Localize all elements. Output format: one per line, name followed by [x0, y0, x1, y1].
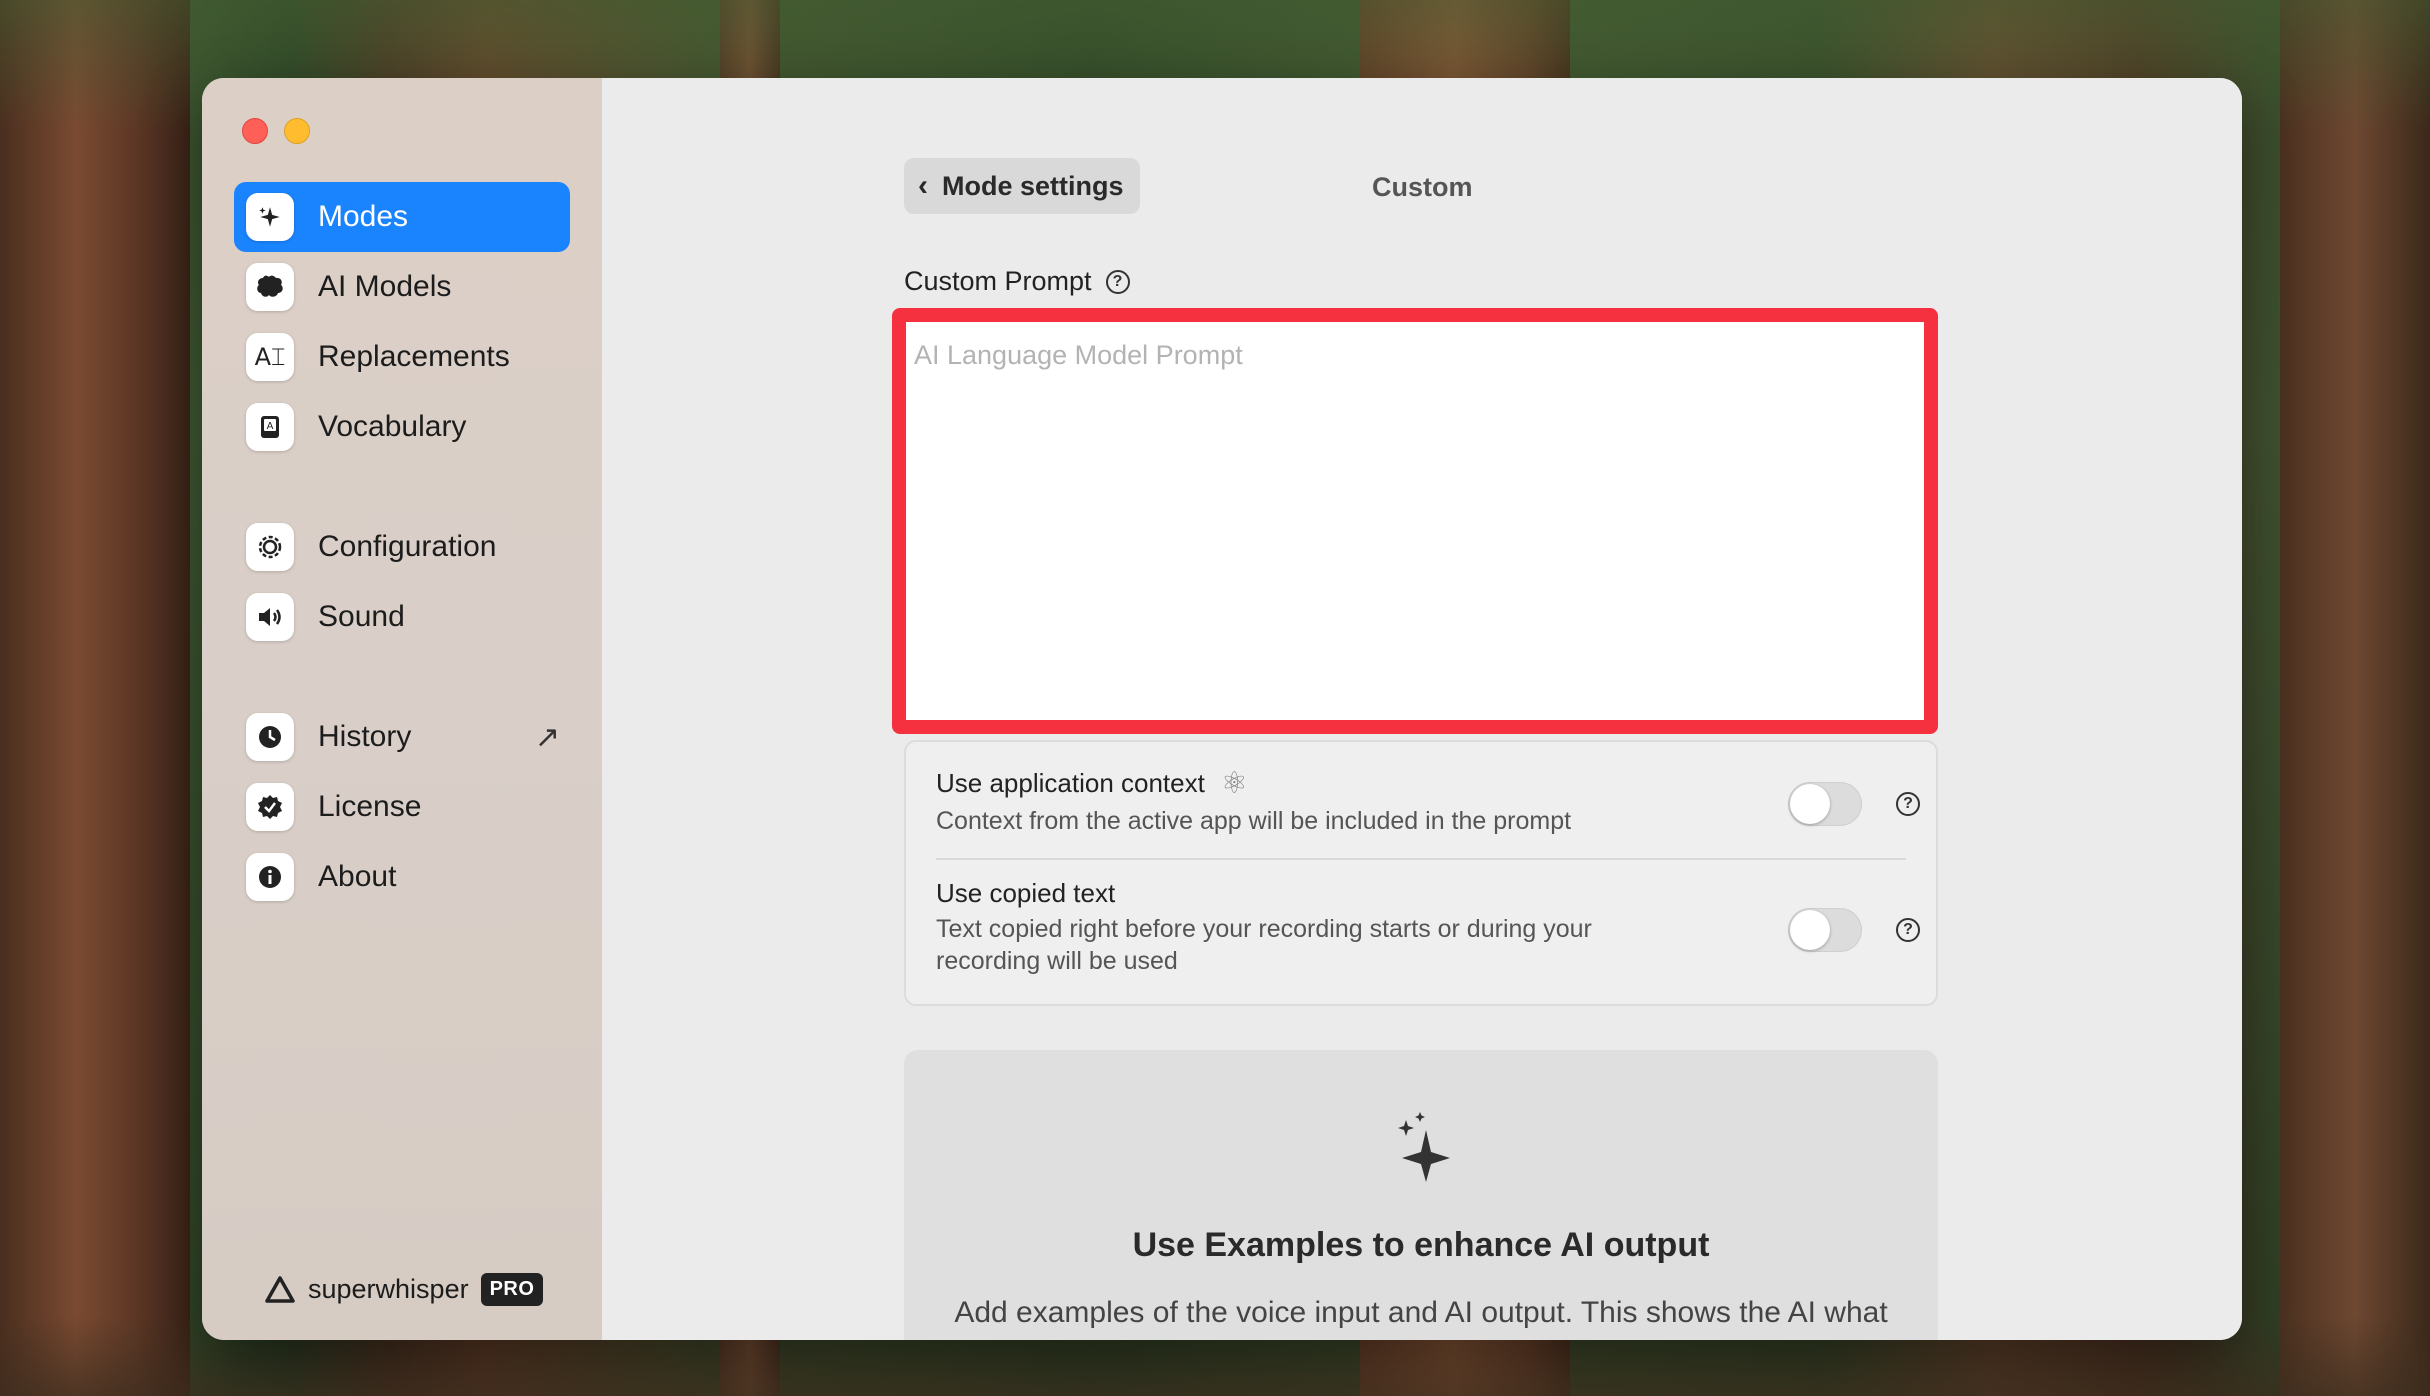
sidebar-item-label: Vocabulary: [318, 410, 467, 443]
sidebar: Modes AI Models A⌶ Replacements A Vocabu…: [202, 78, 602, 1340]
app-context-toggle[interactable]: [1788, 782, 1862, 826]
sidebar-item-license[interactable]: License: [234, 772, 570, 842]
text-cursor-icon: A⌶: [246, 333, 294, 381]
option-title: Use application context: [936, 768, 1205, 798]
pro-badge: PRO: [480, 1273, 544, 1306]
main-content: ‹ Mode settings Custom Custom Prompt ? U…: [602, 78, 2242, 1340]
sidebar-item-label: AI Models: [318, 270, 452, 303]
sidebar-item-ai-models[interactable]: AI Models: [234, 252, 570, 322]
examples-card: Use Examples to enhance AI output Add ex…: [904, 1050, 1938, 1340]
option-copied-text: Use copied text Text copied right before…: [936, 878, 1906, 977]
superwhisper-logo-icon: [265, 1275, 295, 1303]
chevron-left-icon: ‹: [918, 169, 928, 202]
help-icon[interactable]: ?: [1896, 918, 1920, 942]
mode-settings-back-button[interactable]: ‹ Mode settings: [904, 158, 1140, 214]
sidebar-item-replacements[interactable]: A⌶ Replacements: [234, 322, 570, 392]
sidebar-item-history[interactable]: History ↗: [234, 702, 570, 772]
traffic-lights: [242, 118, 310, 144]
brand: superwhisper PRO: [264, 1273, 544, 1306]
back-button-label: Mode settings: [942, 170, 1124, 201]
help-icon[interactable]: ?: [1105, 269, 1130, 294]
sparkle-icon: [1398, 1112, 1450, 1182]
custom-prompt-highlight: [892, 308, 1938, 734]
sidebar-item-label: About: [318, 860, 397, 893]
sidebar-item-label: Configuration: [318, 530, 497, 563]
sidebar-item-configuration[interactable]: Configuration: [234, 512, 570, 582]
atom-icon: ⚛: [1220, 767, 1248, 800]
examples-title: Use Examples to enhance AI output: [1132, 1226, 1710, 1264]
help-icon[interactable]: ?: [1896, 792, 1920, 816]
mode-name: Custom: [1372, 172, 1473, 202]
sidebar-item-label: Modes: [318, 200, 409, 233]
sidebar-item-sound[interactable]: Sound: [234, 582, 570, 652]
examples-description: Add examples of the voice input and AI o…: [954, 1296, 1888, 1329]
option-description: Context from the active app will be incl…: [936, 807, 1572, 835]
sidebar-item-about[interactable]: About: [234, 842, 570, 912]
option-title: Use copied text: [936, 878, 1116, 908]
sidebar-item-label: Sound: [318, 600, 405, 633]
speaker-icon: [246, 593, 294, 641]
brand-name: superwhisper: [308, 1274, 469, 1304]
prompt-options-card: Use application context ⚛ Context from t…: [904, 740, 1938, 1006]
custom-prompt-label-row: Custom Prompt ?: [904, 266, 1130, 297]
background-tree-trunk: [0, 0, 190, 1396]
sidebar-item-label: History: [318, 720, 412, 753]
sidebar-item-modes[interactable]: Modes: [234, 182, 570, 252]
option-description: Text copied right before your recording …: [936, 915, 1592, 975]
external-link-icon: ↗: [534, 720, 560, 754]
sidebar-item-label: Replacements: [318, 340, 510, 373]
background-tree-trunk: [2280, 0, 2430, 1396]
custom-prompt-textarea[interactable]: [906, 322, 1924, 720]
sidebar-item-label: License: [318, 790, 422, 823]
sparkle-icon: [246, 193, 294, 241]
brain-icon: [246, 263, 294, 311]
copied-text-toggle[interactable]: [1788, 908, 1862, 952]
history-icon: [246, 713, 294, 761]
gear-icon: [246, 523, 294, 571]
option-app-context: Use application context ⚛ Context from t…: [936, 766, 1906, 837]
sidebar-item-vocabulary[interactable]: A Vocabulary: [234, 392, 570, 462]
close-window-button[interactable]: [242, 118, 268, 144]
book-icon: A: [246, 403, 294, 451]
sidebar-nav: Modes AI Models A⌶ Replacements A Vocabu…: [234, 182, 570, 912]
custom-prompt-label: Custom Prompt: [904, 266, 1092, 296]
info-icon: [246, 853, 294, 901]
minimize-window-button[interactable]: [284, 118, 310, 144]
divider: [936, 858, 1906, 860]
app-window: Modes AI Models A⌶ Replacements A Vocabu…: [202, 78, 2242, 1340]
svg-text:A: A: [267, 421, 274, 432]
badge-check-icon: [246, 783, 294, 831]
